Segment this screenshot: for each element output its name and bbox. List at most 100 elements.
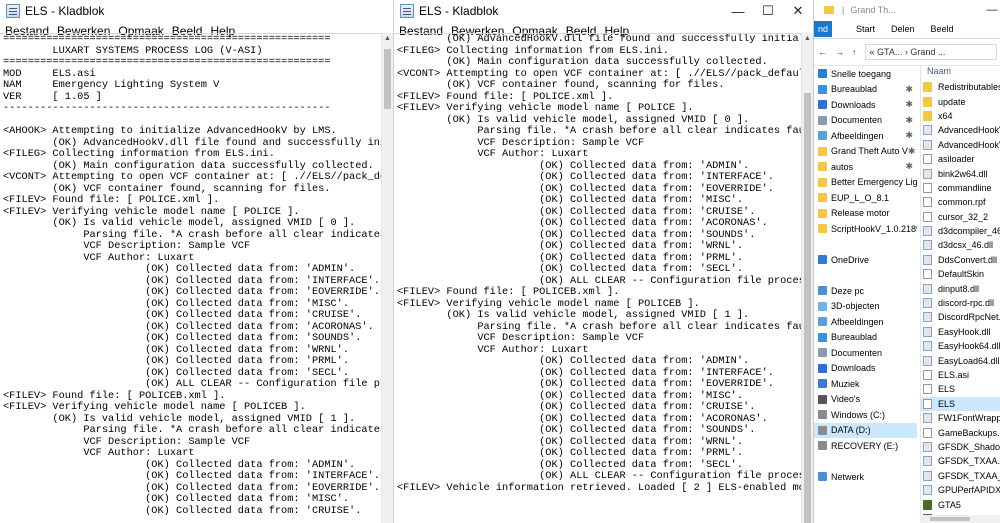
file-name: ELS.asi (938, 370, 970, 380)
text-editor[interactable]: ========================================… (0, 33, 381, 523)
minimize-icon[interactable]: — (983, 4, 1000, 16)
file-item[interactable]: d3dcompiler_46.dll (921, 224, 1000, 238)
column-header-name[interactable]: Naam (921, 66, 1000, 80)
nav-item (814, 454, 917, 470)
nav-item-label: Muziek (831, 378, 860, 389)
scrollbar-thumb[interactable] (804, 93, 811, 523)
file-item[interactable]: Redistributables (921, 80, 1000, 94)
file-item[interactable]: EasyLoad64.dll (921, 353, 1000, 367)
ribbon-tab-start[interactable]: Start (856, 24, 875, 34)
file-item[interactable]: GFSDK_ShadowLib (921, 440, 1000, 454)
nav-item[interactable]: autos ✱ (814, 159, 917, 175)
file-item[interactable]: x64 (921, 109, 1000, 123)
ribbon-tab-delen[interactable]: Delen (891, 24, 915, 34)
file-item[interactable]: commandline (921, 181, 1000, 195)
nav-item-label: Release motor (831, 208, 890, 219)
forward-arrow-icon[interactable]: → (835, 47, 844, 57)
text-line: <FILEV> Verifying vehicle model name [ P… (3, 401, 306, 413)
text-line: NAM Emergency Lighting System V (3, 79, 220, 91)
nav-item[interactable]: ScriptHookV_1.0.2189.0 (814, 221, 917, 237)
minimize-icon[interactable]: — (723, 4, 753, 19)
nav-item[interactable]: Documenten (814, 345, 917, 361)
file-item[interactable]: FW1FontWrapper (921, 411, 1000, 425)
back-arrow-icon[interactable]: ← (818, 47, 827, 57)
scrollbar-thumb[interactable] (930, 517, 970, 521)
horizontal-scrollbar[interactable] (920, 515, 1000, 523)
nav-item[interactable]: Afbeeldingen (814, 314, 917, 330)
file-item[interactable]: EasyHook.dll (921, 325, 1000, 339)
text-line: <AHOOK> Attempting to initialize Advance… (3, 125, 337, 137)
file-item[interactable]: d3dcsx_46.dll (921, 238, 1000, 252)
folder-icon (818, 177, 827, 187)
close-icon[interactable]: ✕ (783, 3, 813, 19)
nav-item[interactable]: RECOVERY (E:) (814, 438, 917, 454)
file-item[interactable]: GameBackups. (921, 425, 1000, 439)
file-item[interactable]: GFSDK_TXAA_ (921, 469, 1000, 483)
text-editor[interactable]: (OK) AdvancedHookV.dll file found and su… (394, 33, 801, 523)
address-bar[interactable]: « GTA... › Grand ... (864, 44, 997, 60)
nav-item[interactable]: Muziek (814, 376, 917, 392)
file-item[interactable]: bink2w64.dll (921, 166, 1000, 180)
title-bar: ELS - Kladblok (0, 0, 393, 22)
file-name: FW1FontWrapper (938, 413, 1000, 424)
file-item[interactable]: ELS.asi (921, 368, 1000, 382)
file-item[interactable]: GTA5 (921, 497, 1000, 511)
file-icon (923, 341, 932, 352)
file-item[interactable]: update (921, 94, 1000, 108)
scroll-up-icon[interactable]: ▲ (802, 33, 813, 45)
nav-item[interactable]: Windows (C:) (814, 407, 917, 423)
vertical-scrollbar[interactable]: ▲ (801, 33, 813, 523)
text-line: (OK) Is valid vehicle model, assigned VM… (3, 217, 356, 229)
computer-icon (818, 286, 827, 296)
file-item[interactable]: DiscordRpcNet.dll (921, 310, 1000, 324)
file-item[interactable]: dinput8.dll (921, 281, 1000, 295)
vertical-scrollbar[interactable]: ▲ (381, 33, 393, 523)
nav-item[interactable]: Release motor (814, 206, 917, 222)
nav-item[interactable]: Netwerk (814, 469, 917, 485)
nav-item[interactable]: Snelle toegang (814, 66, 917, 82)
nav-item[interactable]: Downloads (814, 361, 917, 377)
nav-item[interactable]: DATA (D:) (814, 422, 917, 438)
file-item[interactable]: ELS (921, 382, 1000, 396)
scrollbar-thumb[interactable] (384, 49, 391, 109)
file-item[interactable]: DdsConvert.dll (921, 253, 1000, 267)
maximize-icon[interactable]: ☐ (753, 3, 783, 19)
ribbon-file-tab[interactable]: nd (814, 21, 833, 37)
file-icon (923, 413, 932, 424)
nav-item[interactable]: Video's (814, 392, 917, 408)
nav-item[interactable]: Better Emergency Lights (814, 175, 917, 191)
nav-item[interactable]: Bureaublad (814, 330, 917, 346)
nav-item[interactable]: 3D-objecten (814, 299, 917, 315)
nav-item[interactable]: Documenten ✱ (814, 113, 917, 129)
file-item[interactable]: DefaultSkin (921, 267, 1000, 281)
nav-item[interactable]: Downloads ✱ (814, 97, 917, 113)
scroll-up-icon[interactable]: ▲ (382, 33, 393, 45)
nav-item[interactable]: OneDrive (814, 252, 917, 268)
nav-item-label: Better Emergency Lights (831, 177, 917, 188)
file-item[interactable]: GFSDK_TXAA. (921, 454, 1000, 468)
file-item[interactable]: AdvancedHookV (921, 138, 1000, 152)
text-line: (OK) Collected data from: 'PRML'. (3, 355, 350, 367)
file-item[interactable]: AdvancedHookV (921, 123, 1000, 137)
file-item[interactable]: common.rpf (921, 195, 1000, 209)
file-item[interactable]: asiloader (921, 152, 1000, 166)
nav-item[interactable]: Grand Theft Auto V ✱ (814, 144, 917, 160)
folder-icon (923, 96, 932, 107)
file-item[interactable]: EasyHook64.dll (921, 339, 1000, 353)
nav-item[interactable]: Afbeeldingen ✱ (814, 128, 917, 144)
nav-item[interactable]: EUP_L_O_8.1 (814, 190, 917, 206)
up-arrow-icon[interactable]: ↑ (852, 47, 857, 57)
nav-item[interactable]: Deze pc (814, 283, 917, 299)
file-name: d3dcompiler_46.dll (938, 226, 1000, 237)
ribbon-tab-beeld[interactable]: Beeld (931, 24, 954, 34)
folder-icon (923, 110, 932, 121)
file-name: GFSDK_ShadowLib (938, 441, 1000, 452)
file-name: cursor_32_2 (938, 211, 989, 222)
file-item[interactable]: discord-rpc.dll (921, 296, 1000, 310)
file-item[interactable]: ELS (921, 396, 1000, 411)
nav-item[interactable]: Bureaublad ✱ (814, 82, 917, 98)
text-line: (OK) Collected data from: 'CRUISE'. (397, 401, 756, 413)
file-item[interactable]: GPUPerfAPIDX (921, 483, 1000, 497)
file-item[interactable]: cursor_32_2 (921, 210, 1000, 224)
drive-icon (818, 425, 827, 435)
